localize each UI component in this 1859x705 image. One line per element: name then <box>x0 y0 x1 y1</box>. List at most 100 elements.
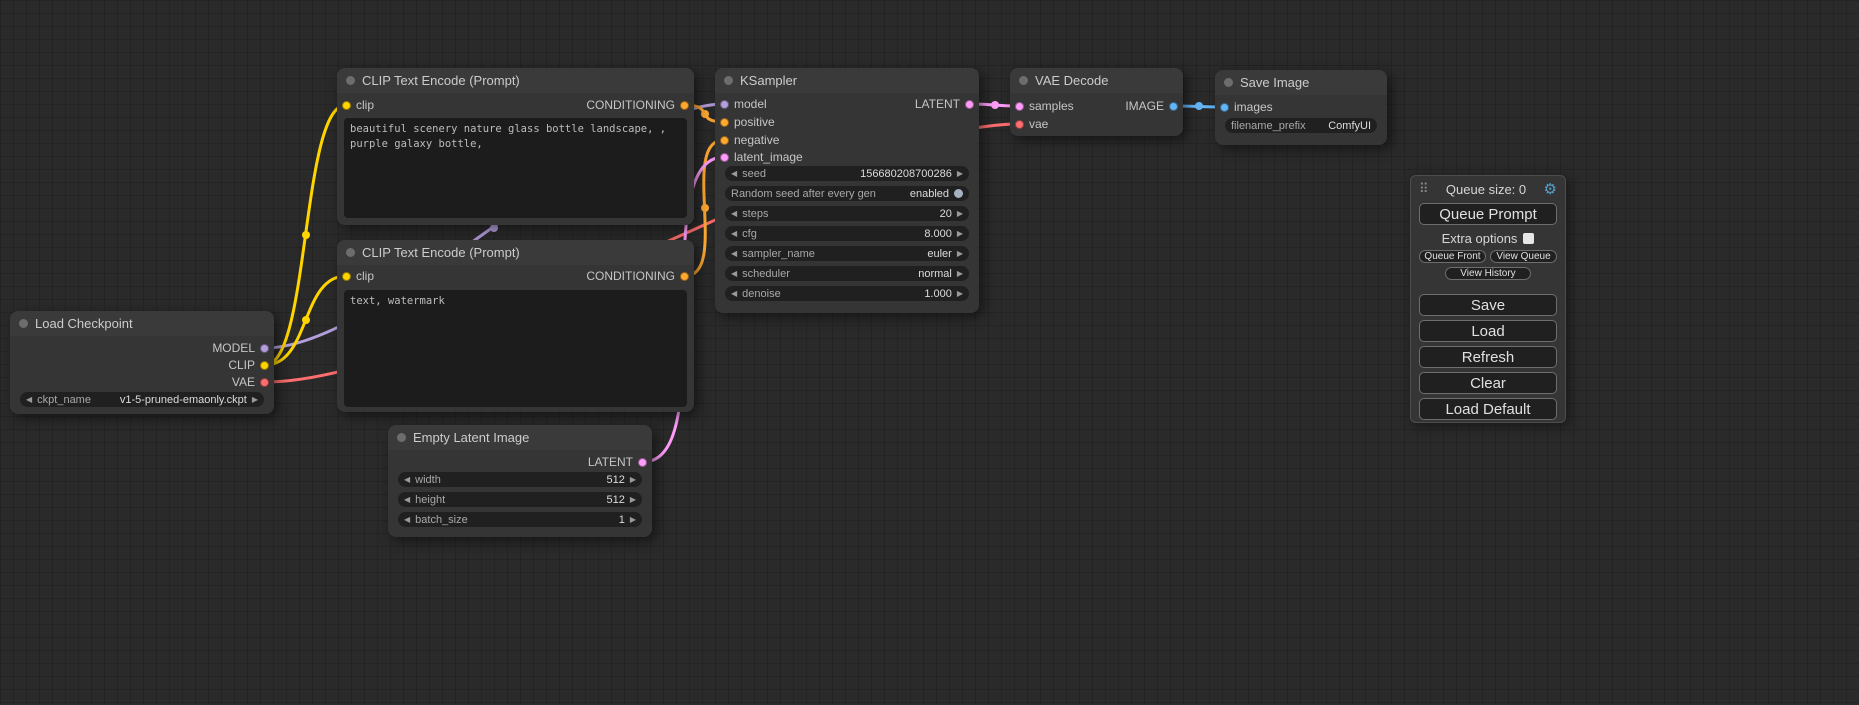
decrement-arrow-icon[interactable]: ◀ <box>404 476 410 484</box>
increment-arrow-icon[interactable]: ▶ <box>957 210 963 218</box>
ksampler-input-model[interactable]: model <box>720 97 767 111</box>
vae-decode-input-samples[interactable]: samples <box>1015 99 1074 113</box>
vae-decode-input-vae[interactable]: vae <box>1015 117 1048 131</box>
combo-right-arrow-icon[interactable]: ▶ <box>957 270 963 278</box>
cfg-widget[interactable]: ◀ cfg 8.000 ▶ <box>725 226 969 241</box>
scheduler-widget[interactable]: ◀ scheduler normal ▶ <box>725 266 969 281</box>
node-save-image[interactable]: Save Image images filename_prefix ComfyU… <box>1215 70 1387 145</box>
batch-size-widget[interactable]: ◀ batch_size 1 ▶ <box>398 512 642 527</box>
image-output-port[interactable] <box>1169 102 1178 111</box>
steps-widget[interactable]: ◀ steps 20 ▶ <box>725 206 969 221</box>
queue-front-button[interactable]: Queue Front <box>1419 250 1486 263</box>
decrement-arrow-icon[interactable]: ◀ <box>404 516 410 524</box>
increment-arrow-icon[interactable]: ▶ <box>957 230 963 238</box>
node-status-dot[interactable] <box>724 76 733 85</box>
increment-arrow-icon[interactable]: ▶ <box>630 476 636 484</box>
queue-prompt-button[interactable]: Queue Prompt <box>1419 203 1557 225</box>
node-status-dot[interactable] <box>397 433 406 442</box>
view-queue-button[interactable]: View Queue <box>1490 250 1557 263</box>
ksampler-input-negative[interactable]: negative <box>720 133 779 147</box>
clip-positive-output-conditioning[interactable]: CONDITIONING <box>586 98 689 112</box>
node-vae-decode-titlebar[interactable]: VAE Decode <box>1010 68 1183 93</box>
conditioning-output-port[interactable] <box>680 101 689 110</box>
decrement-arrow-icon[interactable]: ◀ <box>404 496 410 504</box>
vae-decode-output-image[interactable]: IMAGE <box>1125 99 1178 113</box>
image-input-port[interactable] <box>1220 103 1229 112</box>
width-widget[interactable]: ◀ width 512 ▶ <box>398 472 642 487</box>
conditioning-output-port[interactable] <box>680 272 689 281</box>
empty-latent-output-latent[interactable]: LATENT <box>588 455 647 469</box>
node-load-checkpoint-titlebar[interactable]: Load Checkpoint <box>10 311 274 336</box>
filename-prefix-widget[interactable]: filename_prefix ComfyUI <box>1225 118 1377 133</box>
node-status-dot[interactable] <box>1019 76 1028 85</box>
decrement-arrow-icon[interactable]: ◀ <box>731 170 737 178</box>
node-clip-text-encode-negative-titlebar[interactable]: CLIP Text Encode (Prompt) <box>337 240 694 265</box>
node-clip-text-encode-negative[interactable]: CLIP Text Encode (Prompt) clip CONDITION… <box>337 240 694 412</box>
node-ksampler[interactable]: KSampler model positive negative latent_… <box>715 68 979 313</box>
positive-prompt-textarea[interactable]: beautiful scenery nature glass bottle la… <box>344 118 687 218</box>
ksampler-output-latent[interactable]: LATENT <box>915 97 974 111</box>
node-ksampler-titlebar[interactable]: KSampler <box>715 68 979 93</box>
node-graph-canvas[interactable]: Load Checkpoint MODEL CLIP VAE ◀ ckpt_na… <box>0 0 1859 705</box>
refresh-button[interactable]: Refresh <box>1419 346 1557 368</box>
combo-left-arrow-icon[interactable]: ◀ <box>26 396 32 404</box>
save-image-input-images[interactable]: images <box>1220 100 1273 114</box>
load-default-button[interactable]: Load Default <box>1419 398 1557 420</box>
random-seed-toggle-widget[interactable]: Random seed after every gen enabled <box>725 186 969 201</box>
vae-input-port[interactable] <box>1015 120 1024 129</box>
decrement-arrow-icon[interactable]: ◀ <box>731 290 737 298</box>
model-input-port[interactable] <box>720 100 729 109</box>
denoise-widget[interactable]: ◀ denoise 1.000 ▶ <box>725 286 969 301</box>
clip-output-port[interactable] <box>260 361 269 370</box>
node-clip-text-encode-positive[interactable]: CLIP Text Encode (Prompt) clip CONDITION… <box>337 68 694 225</box>
clip-positive-input-clip[interactable]: clip <box>342 98 374 112</box>
clip-negative-output-conditioning[interactable]: CONDITIONING <box>586 269 689 283</box>
combo-right-arrow-icon[interactable]: ▶ <box>252 396 258 404</box>
combo-left-arrow-icon[interactable]: ◀ <box>731 270 737 278</box>
latent-input-port[interactable] <box>720 153 729 162</box>
load-checkpoint-output-model[interactable]: MODEL <box>212 341 269 355</box>
node-load-checkpoint[interactable]: Load Checkpoint MODEL CLIP VAE ◀ ckpt_na… <box>10 311 274 414</box>
increment-arrow-icon[interactable]: ▶ <box>630 516 636 524</box>
node-status-dot[interactable] <box>346 76 355 85</box>
drag-handle-icon[interactable]: ⠿ <box>1419 181 1429 197</box>
node-status-dot[interactable] <box>346 248 355 257</box>
node-empty-latent-image-titlebar[interactable]: Empty Latent Image <box>388 425 652 450</box>
extra-options-checkbox[interactable] <box>1523 233 1534 244</box>
combo-right-arrow-icon[interactable]: ▶ <box>957 250 963 258</box>
load-checkpoint-output-vae[interactable]: VAE <box>232 375 269 389</box>
main-menu-panel[interactable]: ⠿ Queue size: 0 ⚙ Queue Prompt Extra opt… <box>1410 175 1566 423</box>
view-history-button[interactable]: View History <box>1445 267 1531 280</box>
load-button[interactable]: Load <box>1419 320 1557 342</box>
vae-output-port[interactable] <box>260 378 269 387</box>
save-button[interactable]: Save <box>1419 294 1557 316</box>
combo-left-arrow-icon[interactable]: ◀ <box>731 250 737 258</box>
clip-input-port[interactable] <box>342 101 351 110</box>
model-output-port[interactable] <box>260 344 269 353</box>
ckpt-name-widget[interactable]: ◀ ckpt_name v1-5-pruned-emaonly.ckpt ▶ <box>20 392 264 407</box>
node-save-image-titlebar[interactable]: Save Image <box>1215 70 1387 95</box>
clip-input-port[interactable] <box>342 272 351 281</box>
clear-button[interactable]: Clear <box>1419 372 1557 394</box>
load-checkpoint-output-clip[interactable]: CLIP <box>228 358 269 372</box>
toggle-knob-icon[interactable] <box>954 189 963 198</box>
increment-arrow-icon[interactable]: ▶ <box>957 170 963 178</box>
height-widget[interactable]: ◀ height 512 ▶ <box>398 492 642 507</box>
node-status-dot[interactable] <box>19 319 28 328</box>
sampler-name-widget[interactable]: ◀ sampler_name euler ▶ <box>725 246 969 261</box>
conditioning-input-port[interactable] <box>720 136 729 145</box>
negative-prompt-textarea[interactable]: text, watermark <box>344 290 687 407</box>
latent-input-port[interactable] <box>1015 102 1024 111</box>
node-clip-text-encode-positive-titlebar[interactable]: CLIP Text Encode (Prompt) <box>337 68 694 93</box>
latent-output-port[interactable] <box>965 100 974 109</box>
increment-arrow-icon[interactable]: ▶ <box>630 496 636 504</box>
node-status-dot[interactable] <box>1224 78 1233 87</box>
decrement-arrow-icon[interactable]: ◀ <box>731 210 737 218</box>
ksampler-input-positive[interactable]: positive <box>720 115 775 129</box>
latent-output-port[interactable] <box>638 458 647 467</box>
conditioning-input-port[interactable] <box>720 118 729 127</box>
settings-gear-icon[interactable]: ⚙ <box>1544 182 1557 197</box>
increment-arrow-icon[interactable]: ▶ <box>957 290 963 298</box>
clip-negative-input-clip[interactable]: clip <box>342 269 374 283</box>
decrement-arrow-icon[interactable]: ◀ <box>731 230 737 238</box>
